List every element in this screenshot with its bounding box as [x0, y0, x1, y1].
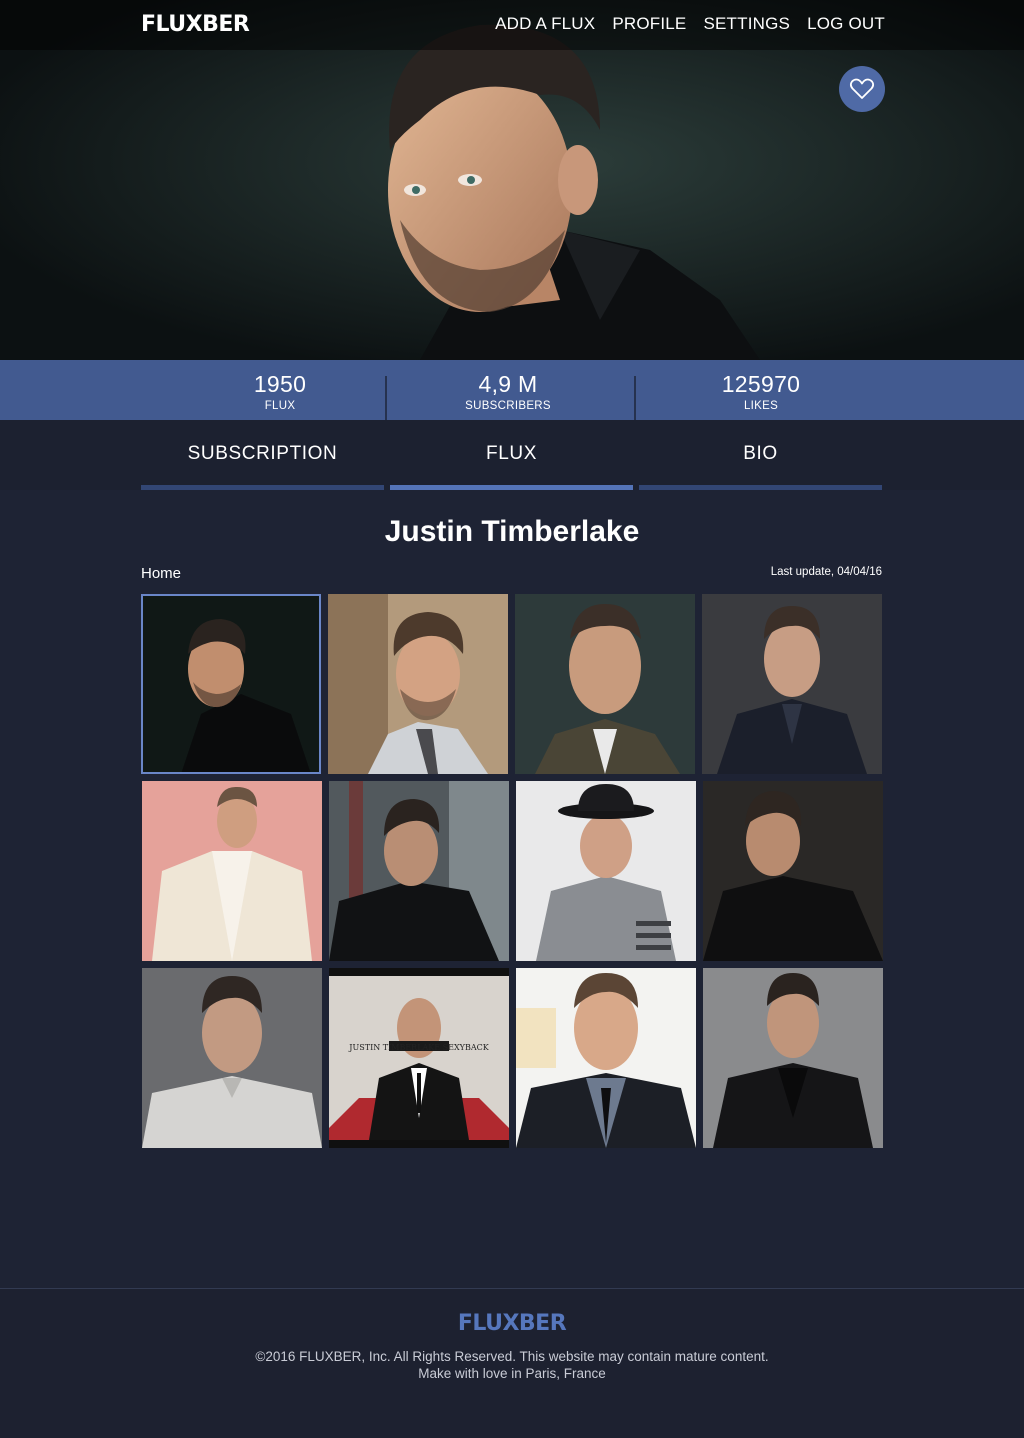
- profile-stats-bar: 1950 FLUX 4,9 M SUBSCRIBERS 125970 LIKES: [0, 360, 1024, 420]
- last-update-text: Last update, 04/04/16: [770, 566, 882, 578]
- tab-indicator: [639, 485, 882, 490]
- stat-subscribers: 4,9 M SUBSCRIBERS: [433, 360, 583, 420]
- nav-log-out[interactable]: LOG OUT: [807, 14, 885, 34]
- main-nav: ADD A FLUX PROFILE SETTINGS LOG OUT: [495, 14, 885, 34]
- photo-thumbnail[interactable]: [703, 968, 883, 1148]
- photo-thumbnail[interactable]: [141, 594, 321, 774]
- stat-subscribers-label: SUBSCRIBERS: [465, 400, 551, 412]
- photo-thumbnail[interactable]: [329, 781, 509, 961]
- tab-indicator-active: [390, 485, 633, 490]
- nav-add-a-flux[interactable]: ADD A FLUX: [495, 14, 595, 34]
- hero-banner: FLUXBER ADD A FLUX PROFILE SETTINGS LOG …: [0, 0, 1024, 360]
- favorite-button[interactable]: [839, 66, 885, 112]
- album-cover-thumbnail[interactable]: JUSTIN TIMBERLAKE SEXYBACK: [329, 968, 509, 1148]
- photo-thumbnail[interactable]: [516, 781, 696, 961]
- fluxber-logo[interactable]: FLUXBER: [141, 12, 250, 37]
- breadcrumb-home[interactable]: Home: [141, 565, 181, 582]
- photo-thumbnail[interactable]: [703, 781, 883, 961]
- heart-outline-icon: [849, 78, 875, 99]
- photo-thumbnail[interactable]: [328, 594, 508, 774]
- stat-likes-label: LIKES: [743, 400, 779, 412]
- hero-portrait-image: [0, 0, 1024, 360]
- photo-thumbnail[interactable]: [702, 594, 882, 774]
- stat-flux-value: 1950: [253, 371, 307, 397]
- tab-bio[interactable]: BIO: [639, 420, 882, 490]
- stat-likes: 125970 LIKES: [686, 360, 836, 420]
- profile-tabs: SUBSCRIPTION FLUX BIO: [0, 420, 1024, 490]
- tab-indicator: [141, 485, 384, 490]
- tab-bio-label: BIO: [743, 443, 778, 464]
- photo-thumbnail[interactable]: [516, 968, 696, 1148]
- tab-flux-label: FLUX: [486, 443, 537, 464]
- nav-profile[interactable]: PROFILE: [612, 14, 686, 34]
- stat-divider: [385, 376, 387, 420]
- tab-flux[interactable]: FLUX: [390, 420, 633, 490]
- tab-subscription-label: SUBSCRIPTION: [187, 443, 338, 464]
- stat-subscribers-value: 4,9 M: [478, 371, 538, 397]
- stat-likes-value: 125970: [721, 371, 801, 397]
- album-cover-title: JUSTIN TIMBERLAKE SEXYBACK: [348, 1043, 489, 1052]
- page-title: Justin Timberlake: [384, 515, 640, 548]
- nav-settings[interactable]: SETTINGS: [703, 14, 790, 34]
- flux-photo-grid: JUSTIN TIMBERLAKE SEXYBACK: [141, 594, 884, 1149]
- footer-logo[interactable]: FLUXBER: [0, 1311, 1024, 1336]
- footer-made-with-love: Make with love in Paris, France: [418, 1366, 606, 1381]
- stat-flux-label: FLUX: [264, 400, 296, 412]
- stat-divider: [634, 376, 636, 420]
- photo-thumbnail[interactable]: [142, 968, 322, 1148]
- footer-copyright: ©2016 FLUXBER, Inc. All Rights Reserved.…: [255, 1349, 769, 1364]
- top-nav-bar: FLUXBER ADD A FLUX PROFILE SETTINGS LOG …: [0, 0, 1024, 50]
- tab-subscription[interactable]: SUBSCRIPTION: [141, 420, 384, 490]
- photo-thumbnail[interactable]: [142, 781, 322, 961]
- stat-flux: 1950 FLUX: [205, 360, 355, 420]
- site-footer: FLUXBER ©2016 FLUXBER, Inc. All Rights R…: [0, 1288, 1024, 1438]
- photo-thumbnail[interactable]: [515, 594, 695, 774]
